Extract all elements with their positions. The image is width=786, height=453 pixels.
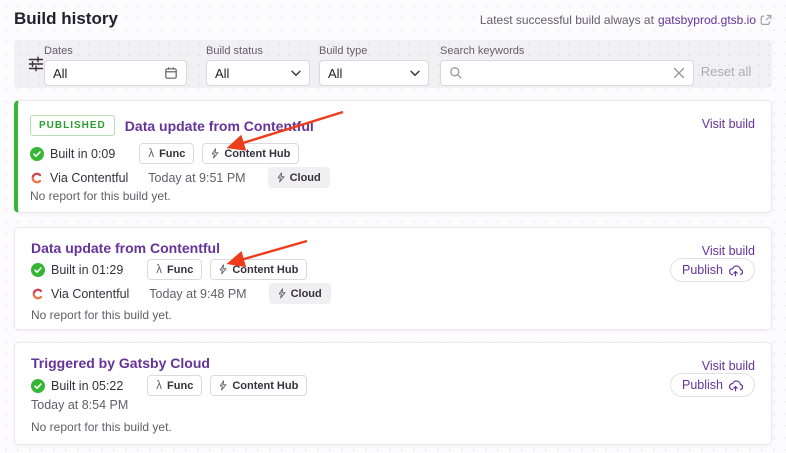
search-icon	[449, 66, 463, 80]
func-tag: λ Func	[139, 143, 194, 164]
external-link-icon	[760, 14, 772, 26]
clear-search-icon[interactable]	[673, 67, 685, 79]
content-hub-tag: Content Hub	[210, 259, 307, 280]
filter-dates: Dates All	[44, 45, 187, 86]
lightning-icon	[219, 380, 227, 391]
chevron-down-icon	[410, 70, 420, 77]
func-tag: λ Func	[147, 259, 202, 280]
dates-select[interactable]: All	[44, 60, 187, 86]
func-tag-label: Func	[167, 264, 193, 276]
check-circle-icon	[31, 379, 45, 393]
cloud-tag-label: Cloud	[291, 288, 322, 300]
report-status-text: No report for this build yet.	[31, 308, 172, 322]
dates-value: All	[53, 66, 164, 81]
chevron-down-icon	[291, 70, 301, 77]
calendar-icon	[164, 66, 178, 80]
filter-build-type: Build type All	[319, 45, 429, 86]
lightning-icon	[211, 148, 219, 159]
visit-build-link[interactable]: Visit build	[702, 244, 755, 258]
search-box	[440, 60, 694, 86]
check-circle-icon	[31, 263, 45, 277]
publish-button-label: Publish	[682, 263, 723, 277]
visit-build-link[interactable]: Visit build	[702, 117, 755, 131]
cloud-upload-icon	[728, 264, 743, 277]
build-card: PUBLISHED Data update from Contentful Vi…	[14, 100, 772, 213]
lambda-icon: λ	[156, 264, 162, 276]
cloud-tag: Cloud	[268, 167, 330, 188]
check-circle-icon	[30, 147, 44, 161]
build-status-label: Build status	[206, 45, 310, 57]
search-label: Search keywords	[440, 45, 694, 57]
filter-bar: Dates All Build status All Build type Al…	[14, 40, 772, 88]
cloud-tag-label: Cloud	[290, 172, 321, 184]
search-input[interactable]	[469, 66, 667, 81]
build-time: Today at 9:48 PM	[149, 287, 246, 301]
build-type-value: All	[328, 66, 410, 81]
lambda-icon: λ	[148, 148, 154, 160]
build-time: Today at 9:51 PM	[148, 171, 245, 185]
built-in-text: Built in 01:29	[51, 263, 123, 277]
build-title[interactable]: Data update from Contentful	[125, 118, 314, 134]
publish-button[interactable]: Publish	[670, 373, 755, 397]
report-status-text: No report for this build yet.	[30, 189, 171, 203]
latest-build-link[interactable]: gatsbyprod.gtsb.io	[658, 13, 756, 27]
build-status-select[interactable]: All	[206, 60, 310, 86]
publish-button-label: Publish	[682, 378, 723, 392]
lightning-icon	[277, 172, 285, 183]
page-title: Build history	[14, 9, 118, 29]
func-tag-label: Func	[167, 380, 193, 392]
lightning-icon	[219, 264, 227, 275]
built-in-text: Built in 05:22	[51, 379, 123, 393]
build-type-select[interactable]: All	[319, 60, 429, 86]
content-hub-tag-label: Content Hub	[224, 148, 290, 160]
build-title[interactable]: Triggered by Gatsby Cloud	[31, 355, 210, 371]
via-text: Via Contentful	[50, 171, 128, 185]
content-hub-tag: Content Hub	[210, 375, 307, 396]
filter-search: Search keywords	[440, 45, 694, 86]
build-type-label: Build type	[319, 45, 429, 57]
build-card: Data update from Contentful Visit build …	[14, 227, 772, 330]
latest-build-note: Latest successful build always at gatsby…	[480, 13, 772, 27]
lightning-icon	[278, 288, 286, 299]
func-tag: λ Func	[147, 375, 202, 396]
contentful-logo-icon	[30, 171, 44, 185]
dates-label: Dates	[44, 45, 187, 57]
reset-all-button[interactable]: Reset all	[690, 58, 762, 84]
build-status-value: All	[215, 66, 291, 81]
func-tag-label: Func	[159, 148, 185, 160]
filter-build-status: Build status All	[206, 45, 310, 86]
build-time: Today at 8:54 PM	[31, 398, 128, 412]
build-history-page: { "header": { "title": "Build history", …	[0, 0, 786, 453]
build-title[interactable]: Data update from Contentful	[31, 240, 220, 256]
report-status-text: No report for this build yet.	[31, 420, 172, 434]
cloud-upload-icon	[728, 379, 743, 392]
built-in-text: Built in 0:09	[50, 147, 115, 161]
build-card: Triggered by Gatsby Cloud Visit build Pu…	[14, 342, 772, 445]
content-hub-tag-label: Content Hub	[232, 264, 298, 276]
via-text: Via Contentful	[51, 287, 129, 301]
content-hub-tag-label: Content Hub	[232, 380, 298, 392]
cloud-tag: Cloud	[269, 283, 331, 304]
contentful-logo-icon	[31, 287, 45, 301]
content-hub-tag: Content Hub	[202, 143, 299, 164]
latest-build-note-text: Latest successful build always at	[480, 13, 654, 27]
published-badge: PUBLISHED	[30, 115, 115, 136]
lambda-icon: λ	[156, 380, 162, 392]
filter-sliders-icon[interactable]	[27, 55, 45, 73]
publish-button[interactable]: Publish	[670, 258, 755, 282]
visit-build-link[interactable]: Visit build	[702, 359, 755, 373]
